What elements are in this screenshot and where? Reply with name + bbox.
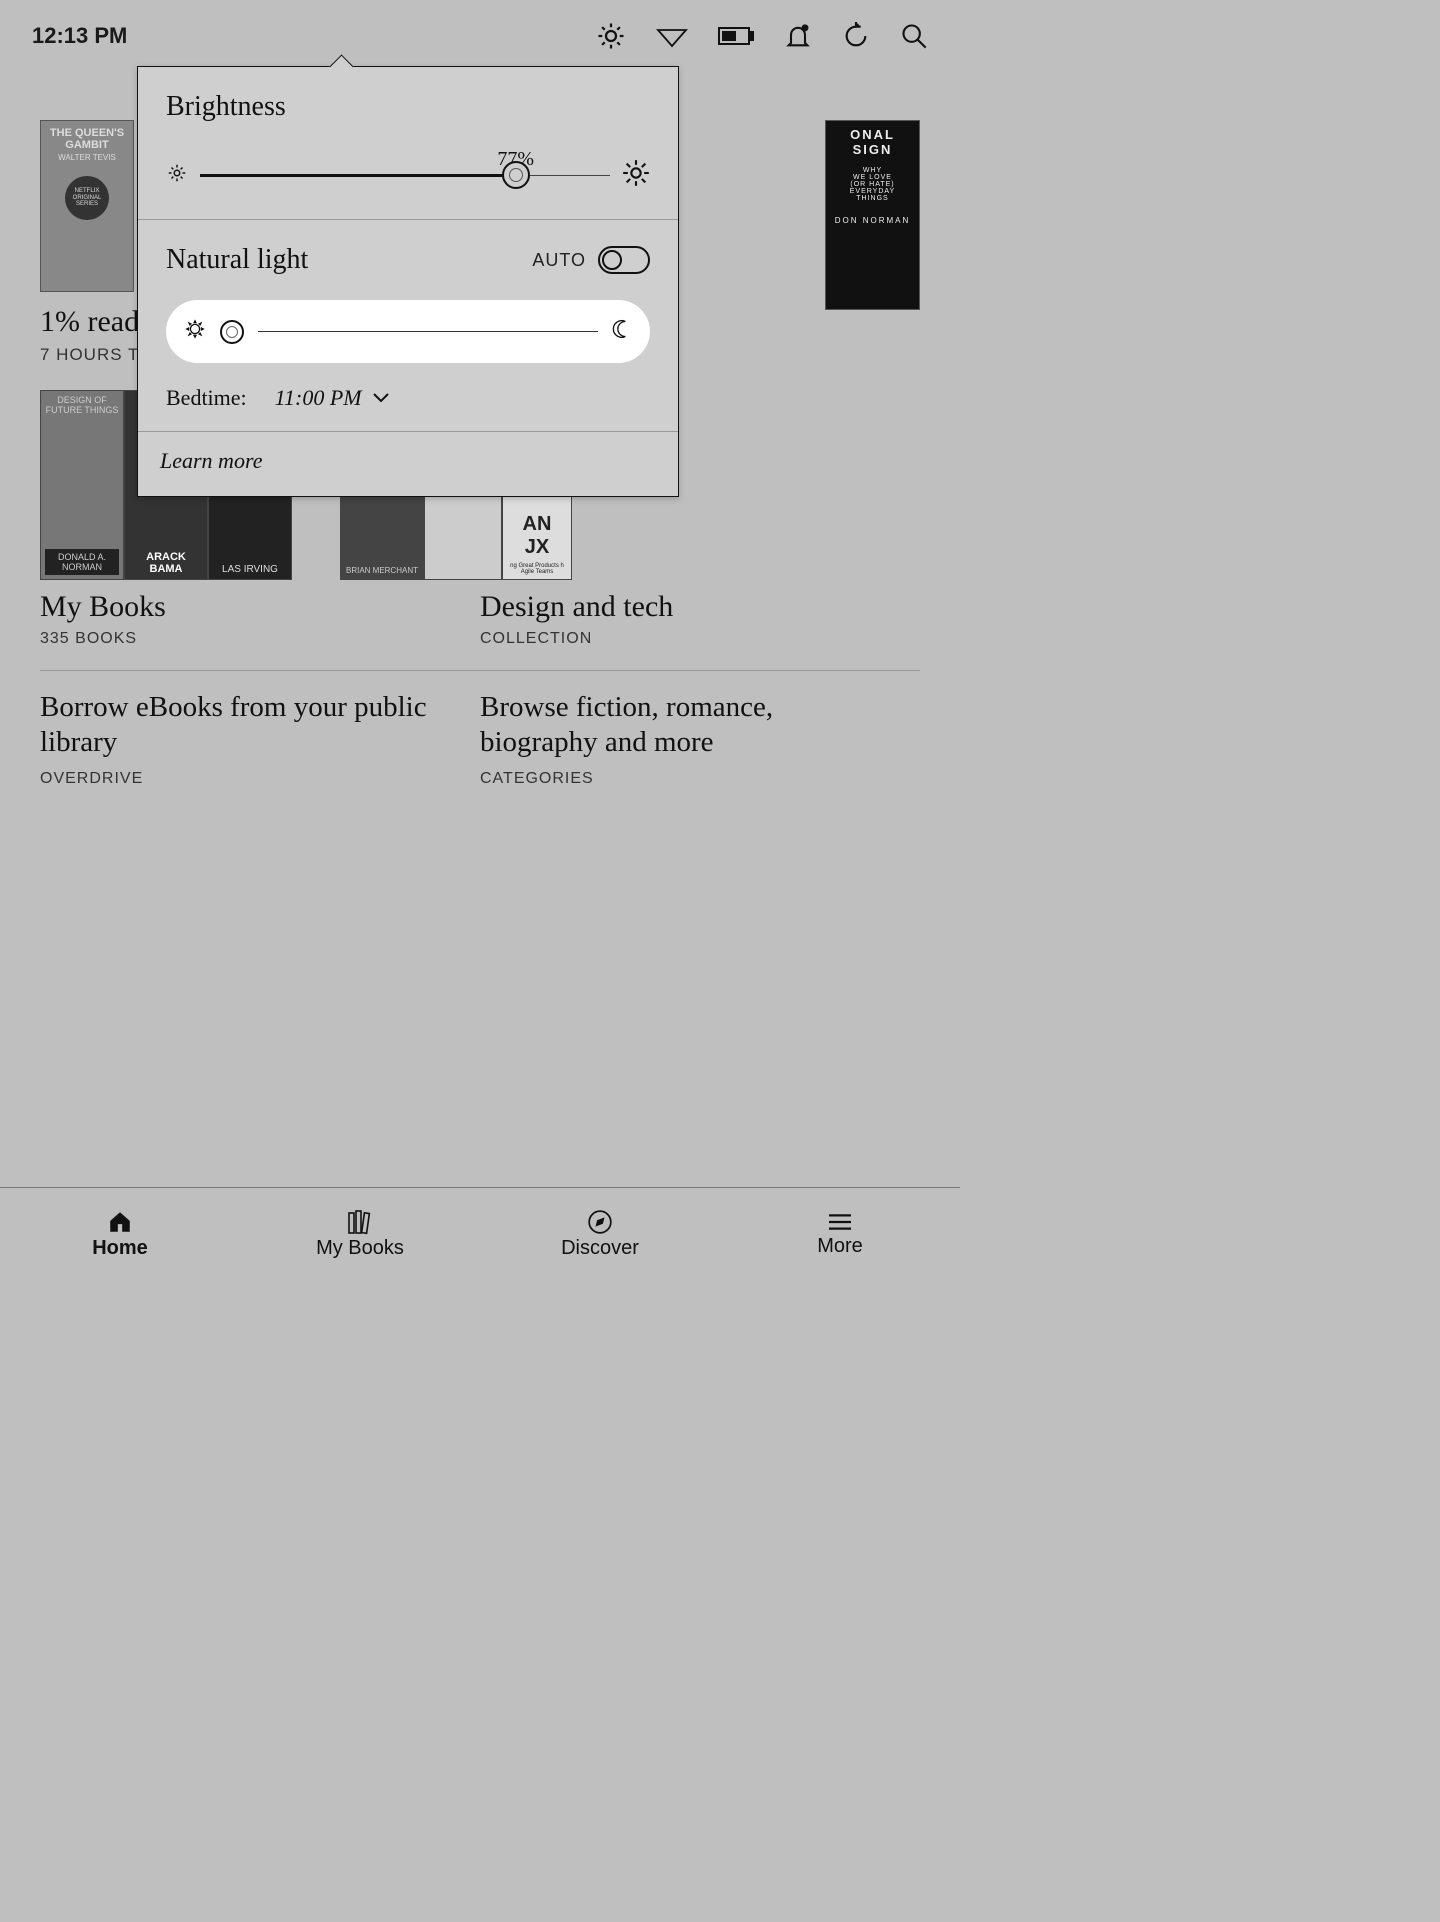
categories-promo[interactable]: Browse fiction, romance, biography and m…	[480, 690, 920, 788]
bedtime-dropdown[interactable]: 11:00 PM	[275, 385, 390, 411]
natural-light-section: Natural light AUTO Bedtime:	[138, 220, 678, 432]
bedtime-value: 11:00 PM	[275, 385, 362, 411]
section-subtitle: COLLECTION	[480, 630, 904, 648]
nav-label: More	[817, 1235, 863, 1258]
nav-label: Home	[92, 1237, 148, 1260]
natural-light-title: Natural light	[166, 244, 308, 276]
cover-author: WALTER TEVIS	[58, 153, 116, 162]
divider	[40, 670, 920, 671]
nav-home[interactable]: Home	[0, 1188, 240, 1281]
promo-title: Borrow eBooks from your public library	[40, 690, 456, 760]
battery-icon[interactable]	[718, 25, 754, 47]
brightness-track[interactable]: 77%	[200, 174, 610, 176]
clock: 12:13 PM	[32, 23, 127, 49]
sun-icon	[184, 318, 206, 345]
natural-light-slider[interactable]	[166, 300, 650, 363]
shelf-labels: My Books 335 BOOKS Design and tech COLLE…	[40, 590, 920, 648]
overdrive-promo[interactable]: Borrow eBooks from your public library O…	[40, 690, 480, 788]
brightness-low-icon	[166, 162, 188, 189]
moon-icon	[612, 319, 632, 344]
brightness-title: Brightness	[166, 91, 650, 123]
wifi-icon[interactable]	[656, 24, 688, 48]
books-icon	[345, 1209, 375, 1235]
recommended-cover[interactable]: ONAL SIGN WHY WE LOVE (OR HATE) EVERYDAY…	[825, 120, 920, 310]
natural-light-thumb[interactable]	[220, 320, 244, 344]
promo-row: Borrow eBooks from your public library O…	[40, 690, 920, 788]
compass-icon	[587, 1209, 613, 1235]
book-cover[interactable]: DESIGN OF FUTURE THINGS DONALD A. NORMAN	[40, 390, 124, 580]
section-title: My Books	[40, 590, 464, 624]
section-subtitle: 335 BOOKS	[40, 630, 464, 648]
brightness-popover: Brightness 77%	[137, 66, 679, 497]
brightness-icon[interactable]	[596, 21, 626, 51]
bedtime-row: Bedtime: 11:00 PM	[166, 385, 650, 411]
bedtime-label: Bedtime:	[166, 385, 247, 411]
auto-label: AUTO	[532, 250, 586, 271]
auto-toggle[interactable]	[598, 246, 650, 274]
menu-icon	[826, 1211, 854, 1233]
notifications-icon[interactable]	[784, 22, 812, 50]
search-icon[interactable]	[900, 22, 928, 50]
brightness-thumb[interactable]	[502, 161, 530, 189]
home-icon	[106, 1209, 134, 1235]
status-icons	[596, 21, 928, 51]
brightness-high-icon	[622, 159, 650, 192]
chevron-down-icon	[372, 392, 390, 404]
natural-light-track[interactable]	[258, 331, 598, 332]
bottom-nav: Home My Books Discover More	[0, 1187, 960, 1281]
netflix-badge: NETFLIX ORIGINAL SERIES	[65, 176, 109, 220]
status-bar: 12:13 PM	[0, 0, 960, 72]
learn-more-link[interactable]: Learn more	[160, 448, 262, 473]
promo-title: Browse fiction, romance, biography and m…	[480, 690, 896, 760]
cover-title: THE QUEEN'S GAMBIT	[47, 127, 127, 151]
section-title: Design and tech	[480, 590, 904, 624]
nav-mybooks[interactable]: My Books	[240, 1188, 480, 1281]
promo-subtitle: CATEGORIES	[480, 770, 896, 788]
nav-label: Discover	[561, 1237, 639, 1260]
nav-discover[interactable]: Discover	[480, 1188, 720, 1281]
design-section[interactable]: Design and tech COLLECTION	[480, 590, 920, 648]
learn-more-row: Learn more	[138, 432, 678, 496]
brightness-section: Brightness 77%	[138, 67, 678, 220]
sync-icon[interactable]	[842, 22, 870, 50]
promo-subtitle: OVERDRIVE	[40, 770, 456, 788]
current-book-cover[interactable]: THE QUEEN'S GAMBIT WALTER TEVIS NETFLIX …	[40, 120, 134, 292]
nav-label: My Books	[316, 1237, 404, 1260]
nav-more[interactable]: More	[720, 1188, 960, 1281]
brightness-slider[interactable]: 77%	[166, 151, 650, 199]
mybooks-section[interactable]: My Books 335 BOOKS	[40, 590, 480, 648]
